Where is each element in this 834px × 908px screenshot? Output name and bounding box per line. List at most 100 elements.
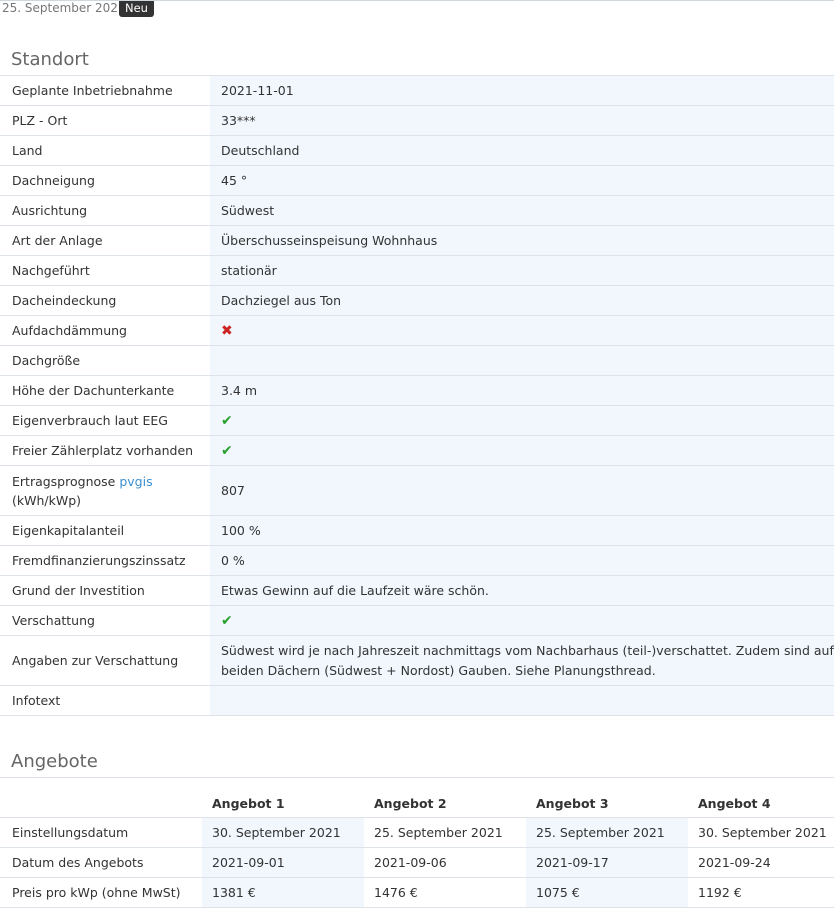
table-row: Freier Zählerplatz vorhanden ✔ [0, 436, 834, 466]
post-date: 25. September 2021 [2, 1, 126, 15]
row-label: Eigenkapitalanteil [12, 523, 125, 538]
row-label: PLZ - Ort [12, 113, 68, 128]
row-label: Dachneigung [12, 173, 95, 188]
row-label: Ertragsprognose pvgis (kWh/kWp) [0, 466, 210, 515]
column-header: Angebot 2 [374, 796, 447, 811]
check-icon: ✔ [221, 612, 233, 629]
row-label: Fremdfinanzierungszinssatz [12, 553, 186, 568]
table-row: Eigenverbrauch laut EEG ✔ [0, 406, 834, 436]
row-label: Aufdachdämmung [12, 323, 127, 338]
table-cell: 25. September 2021 [374, 825, 503, 840]
pvgis-link[interactable]: pvgis [119, 474, 152, 489]
table-row: Ausrichtung Südwest [0, 196, 834, 226]
row-value: 3.4 m [210, 376, 834, 405]
row-label: Nachgeführt [12, 263, 90, 278]
top-bar: 25. September 2021 Neu [0, 0, 834, 19]
row-value: ✖ [210, 316, 834, 345]
standort-table: Geplante Inbetriebnahme 2021-11-01 PLZ - … [0, 75, 834, 716]
row-label: Land [12, 143, 43, 158]
row-value: stationär [210, 256, 834, 285]
row-value: 0 % [210, 546, 834, 575]
table-cell: 1075 € [526, 878, 688, 907]
row-label-text: Ertragsprognose [12, 473, 116, 489]
row-value: Überschusseinspeisung Wohnhaus [210, 226, 834, 255]
row-label: Grund der Investition [12, 583, 145, 598]
table-row: Dachgröße [0, 346, 834, 376]
table-row: Fremdfinanzierungszinssatz 0 % [0, 546, 834, 576]
row-label: Freier Zählerplatz vorhanden [12, 443, 194, 458]
table-row: Einstellungsdatum 30. September 2021 25.… [0, 818, 834, 848]
column-header: Angebot 1 [212, 796, 285, 811]
table-row: Art der Anlage Überschusseinspeisung Wohn… [0, 226, 834, 256]
cross-icon: ✖ [221, 322, 233, 339]
row-label: Geplante Inbetriebnahme [12, 83, 173, 98]
row-label: Ausrichtung [12, 203, 88, 218]
row-label: Art der Anlage [12, 233, 103, 248]
row-value: 2021-11-01 [210, 76, 834, 105]
table-row: Preis pro kWp (ohne MwSt) 1381 € 1476 € … [0, 878, 834, 908]
check-icon: ✔ [221, 442, 233, 459]
row-value: 33*** [210, 106, 834, 135]
table-row: Geplante Inbetriebnahme 2021-11-01 [0, 76, 834, 106]
table-row: Grund der Investition Etwas Gewinn auf di… [0, 576, 834, 606]
row-value [210, 686, 834, 715]
column-header: Angebot 3 [536, 796, 609, 811]
new-badge: Neu [119, 1, 154, 17]
row-label: Dacheindeckung [12, 293, 117, 308]
row-value: Südwest wird je nach Jahreszeit nachmitt… [210, 636, 834, 685]
row-label-unit: (kWh/kWp) [12, 492, 82, 508]
row-value: ✔ [210, 606, 834, 635]
row-label: Verschattung [12, 613, 95, 628]
row-label: Angaben zur Verschattung [12, 653, 179, 668]
table-cell: 2021-09-24 [698, 855, 771, 870]
table-row: Eigenkapitalanteil 100 % [0, 516, 834, 546]
table-row: Infotext [0, 686, 834, 716]
angebote-table: Angebot 1 Angebot 2 Angebot 3 Angebot 4 … [0, 777, 834, 908]
row-value: ✔ [210, 436, 834, 465]
row-label: Eigenverbrauch laut EEG [12, 413, 168, 428]
row-label: Dachgröße [12, 353, 81, 368]
row-label: Datum des Angebots [12, 855, 144, 870]
row-value: Etwas Gewinn auf die Laufzeit wäre schön… [210, 576, 834, 605]
row-label: Preis pro kWp (ohne MwSt) [12, 885, 181, 900]
table-row: Aufdachdämmung ✖ [0, 316, 834, 346]
check-icon: ✔ [221, 412, 233, 429]
row-value: Dachziegel aus Ton [210, 286, 834, 315]
shading-text-line2: beiden Dächern (Südwest + Nordost) Gaube… [221, 662, 656, 678]
table-cell: 25. September 2021 [526, 818, 688, 847]
row-value: 807 [210, 466, 834, 515]
table-cell: 2021-09-01 [202, 848, 364, 877]
table-row: Angaben zur Verschattung Südwest wird je… [0, 636, 834, 686]
table-cell: 1192 € [698, 885, 742, 900]
table-row: Dachneigung 45 ° [0, 166, 834, 196]
table-cell: 30. September 2021 [202, 818, 364, 847]
row-label: Einstellungsdatum [12, 825, 129, 840]
table-row: Land Deutschland [0, 136, 834, 166]
table-row: Datum des Angebots 2021-09-01 2021-09-06… [0, 848, 834, 878]
table-row: Ertragsprognose pvgis (kWh/kWp) 807 [0, 466, 834, 516]
row-value: 45 ° [210, 166, 834, 195]
column-header: Angebot 4 [698, 796, 771, 811]
section-title-standort: Standort [11, 49, 89, 70]
row-value: ✔ [210, 406, 834, 435]
row-value: Deutschland [210, 136, 834, 165]
table-cell: 2021-09-06 [374, 855, 447, 870]
table-row: Höhe der Dachunterkante 3.4 m [0, 376, 834, 406]
table-cell: 30. September 2021 [698, 825, 827, 840]
table-cell: 2021-09-17 [526, 848, 688, 877]
section-title-angebote: Angebote [11, 751, 98, 772]
table-row: Nachgeführt stationär [0, 256, 834, 286]
row-label: Höhe der Dachunterkante [12, 383, 175, 398]
table-cell: 1381 € [202, 878, 364, 907]
shading-text-line1: Südwest wird je nach Jahreszeit nachmitt… [221, 642, 834, 658]
row-value [210, 346, 834, 375]
row-value: Südwest [210, 196, 834, 225]
table-cell: 1476 € [374, 885, 418, 900]
table-row: Dacheindeckung Dachziegel aus Ton [0, 286, 834, 316]
row-label: Infotext [12, 693, 61, 708]
table-header-row: Angebot 1 Angebot 2 Angebot 3 Angebot 4 [0, 778, 834, 818]
header-empty [0, 778, 202, 817]
table-row: PLZ - Ort 33*** [0, 106, 834, 136]
table-row: Verschattung ✔ [0, 606, 834, 636]
row-value: 100 % [210, 516, 834, 545]
